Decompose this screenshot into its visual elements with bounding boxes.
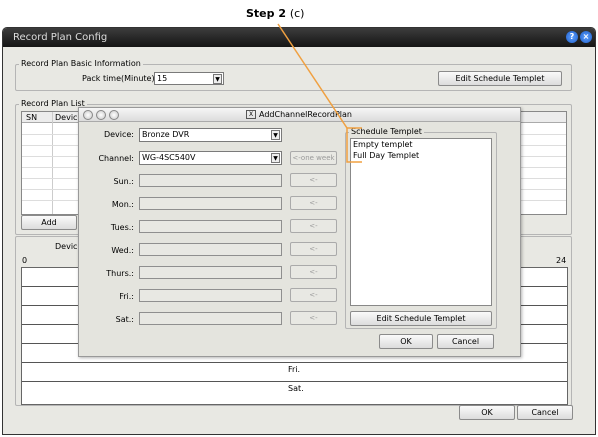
channel-value: WG-4SC540V xyxy=(142,153,196,162)
column-divider xyxy=(52,112,53,214)
fri-field[interactable] xyxy=(139,289,282,302)
templet-list[interactable]: Empty templet Full Day Templet xyxy=(350,138,492,306)
close-icon[interactable]: × xyxy=(580,31,592,43)
main-cancel-button[interactable]: Cancel xyxy=(517,405,573,420)
add-button[interactable]: Add xyxy=(21,215,77,230)
step-sub-text: (c) xyxy=(289,7,305,20)
sat-apply-button[interactable]: <- xyxy=(290,311,337,325)
plan-list-title: Record Plan List xyxy=(19,99,87,108)
one-week-button[interactable]: <-one week xyxy=(290,151,337,165)
channel-label: Channel: xyxy=(98,154,134,163)
chevron-down-icon: ▼ xyxy=(271,153,280,163)
help-icon[interactable]: ? xyxy=(566,31,578,43)
channel-select[interactable]: WG-4SC540V ▼ xyxy=(139,151,282,165)
maximize-icon[interactable] xyxy=(109,110,119,120)
templet-item-full-day[interactable]: Full Day Templet xyxy=(353,151,419,160)
tues-apply-button[interactable]: <- xyxy=(290,219,337,233)
dialog-cancel-button[interactable]: Cancel xyxy=(437,334,494,349)
thurs-apply-button[interactable]: <- xyxy=(290,265,337,279)
templet-item-empty[interactable]: Empty templet xyxy=(353,140,413,149)
day-row-line xyxy=(22,362,567,363)
mon-label: Mon.: xyxy=(111,200,134,209)
thurs-label: Thurs.: xyxy=(106,269,134,278)
edit-schedule-templet-button[interactable]: Edit Schedule Templet xyxy=(438,71,562,86)
wed-apply-button[interactable]: <- xyxy=(290,242,337,256)
device-label: Device: xyxy=(103,130,134,139)
add-channel-record-plan-dialog: X AddChannelRecordPlan Device: Bronze DV… xyxy=(78,107,521,357)
close-icon[interactable] xyxy=(83,110,93,120)
minimize-icon[interactable] xyxy=(96,110,106,120)
device-select[interactable]: Bronze DVR ▼ xyxy=(139,128,282,142)
window-title: Record Plan Config xyxy=(13,32,108,43)
pack-time-value: 15 xyxy=(157,74,168,83)
mon-apply-button[interactable]: <- xyxy=(290,196,337,210)
column-header-sn[interactable]: SN xyxy=(26,113,37,122)
timeline-scale-end: 24 xyxy=(556,256,567,265)
chevron-down-icon: ▼ xyxy=(271,130,280,140)
tues-label: Tues.: xyxy=(110,223,134,232)
dialog-title: AddChannelRecordPlan xyxy=(259,110,352,119)
device-value: Bronze DVR xyxy=(142,130,190,139)
mon-field[interactable] xyxy=(139,197,282,210)
step-annotation: Step 2 (c) xyxy=(246,7,304,20)
sun-apply-button[interactable]: <- xyxy=(290,173,337,187)
tues-field[interactable] xyxy=(139,220,282,233)
wed-field[interactable] xyxy=(139,243,282,256)
fri-apply-button[interactable]: <- xyxy=(290,288,337,302)
dialog-ok-button[interactable]: OK xyxy=(379,334,433,349)
step-text: Step 2 xyxy=(246,7,286,20)
basic-info-title: Record Plan Basic Information xyxy=(19,59,143,68)
timeline-day-sat: Sat. xyxy=(288,384,304,393)
pack-time-select[interactable]: 15 ▼ xyxy=(154,72,224,85)
fri-label: Fri.: xyxy=(119,292,134,301)
pack-time-label: Pack time(Minute): xyxy=(82,74,158,83)
wed-label: Wed.: xyxy=(111,246,134,255)
sat-field[interactable] xyxy=(139,312,282,325)
dialog-titlebar: X AddChannelRecordPlan xyxy=(79,108,520,122)
thurs-field[interactable] xyxy=(139,266,282,279)
sat-label: Sat.: xyxy=(115,315,134,324)
day-row-line xyxy=(22,381,567,382)
schedule-templet-title: Schedule Templet xyxy=(349,127,424,136)
main-ok-button[interactable]: OK xyxy=(459,405,515,420)
sun-field[interactable] xyxy=(139,174,282,187)
window-titlebar: Record Plan Config xyxy=(3,28,595,47)
dialog-edit-templet-button[interactable]: Edit Schedule Templet xyxy=(350,311,492,326)
sun-label: Sun.: xyxy=(113,177,134,186)
app-icon: X xyxy=(246,110,256,119)
timeline-scale-start: 0 xyxy=(22,256,28,265)
chevron-down-icon: ▼ xyxy=(213,74,222,84)
timeline-day-fri: Fri. xyxy=(288,365,301,374)
